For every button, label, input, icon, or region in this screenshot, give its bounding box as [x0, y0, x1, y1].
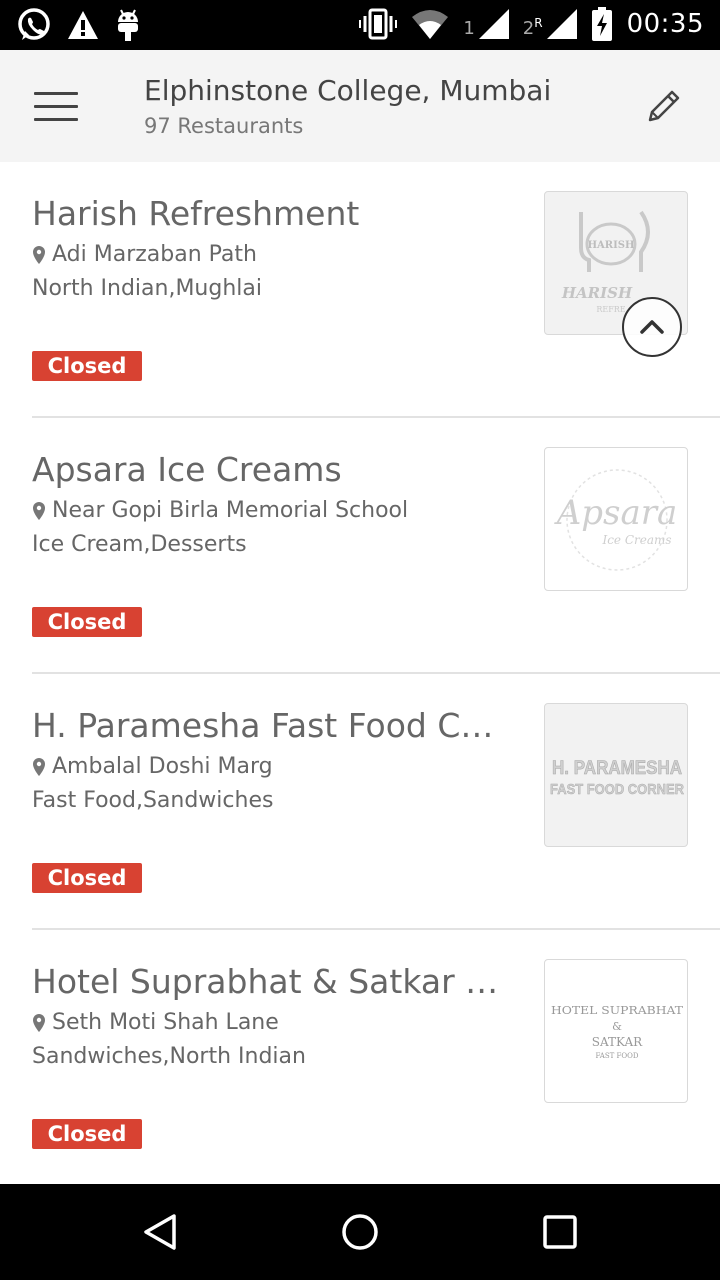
status-bar: 1 2R 00:35 [0, 0, 720, 50]
back-button[interactable] [136, 1208, 184, 1256]
restaurant-logo: H. PARAMESHA FAST FOOD CORNER [544, 703, 688, 847]
location-pin-icon [33, 757, 45, 776]
chevron-up-icon [640, 320, 664, 334]
android-icon [118, 9, 138, 41]
recents-square-icon [543, 1215, 577, 1249]
home-button[interactable] [336, 1208, 384, 1256]
wifi-icon [412, 10, 449, 39]
restaurant-cuisine: Fast Food,Sandwiches [32, 788, 274, 813]
restaurant-location: Adi Marzaban Path [32, 242, 257, 267]
restaurant-card[interactable]: Harish Refreshment Adi Marzaban Path Nor… [0, 162, 720, 418]
location-text: Near Gopi Birla Memorial School [52, 498, 409, 523]
svg-text:HARISH: HARISH [588, 240, 635, 251]
warning-icon [68, 11, 98, 39]
svg-text:HOTEL SUPRABHAT: HOTEL SUPRABHAT [551, 1004, 684, 1017]
restaurant-location: Near Gopi Birla Memorial School [32, 498, 408, 523]
restaurant-logo: HOTEL SUPRABHAT & SATKAR FAST FOOD [544, 959, 688, 1103]
apsara-logo-image: Apsara Ice Creams [554, 469, 678, 571]
scroll-to-top-button[interactable] [622, 297, 682, 357]
restaurant-name: Hotel Suprabhat & Satkar Fast Food [32, 962, 502, 1001]
sim1-signal: 1 [463, 9, 509, 39]
restaurant-count: 97 Restaurants [144, 114, 304, 138]
location-pin-icon [33, 245, 45, 264]
home-circle-icon [342, 1214, 378, 1250]
whatsapp-icon [18, 8, 50, 40]
menu-button[interactable] [26, 78, 86, 134]
sim1-label: 1 [463, 18, 475, 39]
status-badge: Closed [32, 351, 142, 381]
restaurant-name: Harish Refreshment [32, 194, 360, 233]
vibrate-icon [359, 8, 398, 40]
restaurant-cuisine: Ice Cream,Desserts [32, 532, 247, 557]
sim2-signal: 2R [523, 9, 577, 39]
battery-charging-icon [591, 7, 612, 41]
restaurant-location: Ambalal Doshi Marg [32, 754, 273, 779]
sim2-label: 2R [522, 16, 543, 39]
signal-icon [478, 9, 509, 39]
paramesha-logo-image: H. PARAMESHA FAST FOOD CORNER [550, 758, 685, 799]
restaurant-cuisine: North Indian,Mughlai [32, 276, 262, 301]
svg-text:FAST FOOD CORNER: FAST FOOD CORNER [550, 781, 684, 798]
svg-text:SATKAR: SATKAR [592, 1035, 643, 1049]
location-text: Adi Marzaban Path [52, 242, 257, 267]
svg-text:H. PARAMESHA: H. PARAMESHA [552, 758, 682, 779]
svg-text:&: & [612, 1020, 622, 1033]
pencil-icon [648, 90, 680, 122]
location-text: Ambalal Doshi Marg [52, 754, 273, 779]
back-triangle-icon [144, 1214, 176, 1250]
signal-icon [546, 9, 577, 39]
clock: 00:35 [626, 9, 704, 39]
suprabhat-logo-image: HOTEL SUPRABHAT & SATKAR FAST FOOD [551, 1004, 684, 1060]
status-badge: Closed [32, 863, 142, 893]
recents-button[interactable] [536, 1208, 584, 1256]
system-nav-bar [0, 1184, 720, 1280]
status-badge: Closed [32, 1119, 142, 1149]
status-bar-system: 1 2R 00:35 [359, 7, 704, 41]
restaurant-location: Seth Moti Shah Lane [32, 1010, 279, 1035]
restaurant-card[interactable]: H. Paramesha Fast Food Corner Ambalal Do… [0, 674, 720, 930]
svg-text:FAST FOOD: FAST FOOD [596, 1052, 639, 1060]
restaurant-card[interactable]: Apsara Ice Creams Near Gopi Birla Memori… [0, 418, 720, 674]
location-pin-icon [33, 1013, 45, 1032]
location-pin-icon [33, 501, 45, 520]
location-title[interactable]: Elphinstone College, Mumbai [144, 74, 594, 107]
restaurant-name: Apsara Ice Creams [32, 450, 342, 489]
hamburger-menu-icon [34, 92, 78, 95]
restaurant-logo: Apsara Ice Creams [544, 447, 688, 591]
app-bar: Elphinstone College, Mumbai 97 Restauran… [0, 50, 720, 162]
status-bar-notifications [16, 7, 142, 43]
svg-text:Apsara: Apsara [554, 493, 678, 533]
restaurant-name: H. Paramesha Fast Food Corner [32, 706, 502, 745]
hamburger-menu-icon-bar [34, 105, 78, 108]
hamburger-menu-icon-bar [34, 118, 78, 121]
location-text: Seth Moti Shah Lane [52, 1010, 279, 1035]
svg-text:HARISH: HARISH [561, 284, 633, 302]
svg-text:Ice Creams: Ice Creams [601, 533, 671, 547]
edit-location-button[interactable] [640, 82, 688, 130]
svg-text:REFRE: REFRE [596, 305, 625, 314]
restaurant-card[interactable]: Hotel Suprabhat & Satkar Fast Food Seth … [0, 930, 720, 1186]
restaurant-cuisine: Sandwiches,North Indian [32, 1044, 306, 1069]
status-badge: Closed [32, 607, 142, 637]
